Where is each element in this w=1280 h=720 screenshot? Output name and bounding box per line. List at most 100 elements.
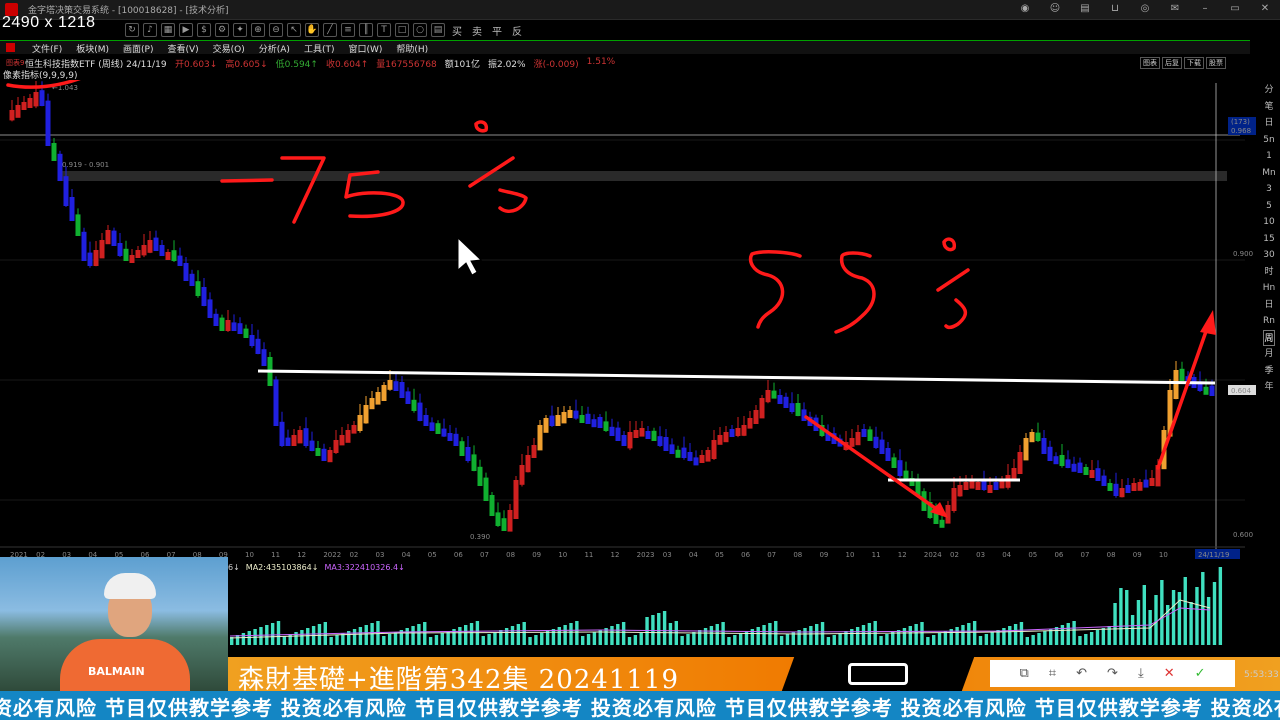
period-item[interactable]: 时 — [1264, 264, 1273, 281]
menu-file[interactable]: 文件(F) — [25, 42, 69, 55]
indicator-icon[interactable]: ✦ — [233, 23, 247, 37]
rss-icon[interactable]: ◉ — [1018, 3, 1032, 15]
hand-icon[interactable]: ✋ — [305, 23, 319, 37]
menu-trade[interactable]: 交易(O) — [206, 42, 252, 55]
period-item[interactable]: 笔 — [1264, 99, 1273, 116]
candle-body — [9, 110, 15, 121]
zoom-out-icon[interactable]: ⊖ — [269, 23, 283, 37]
volume-bar — [581, 636, 585, 645]
candle-body — [99, 240, 105, 259]
refresh-icon[interactable]: ↻ — [125, 23, 139, 37]
current-price-label: 0.604 — [1231, 387, 1252, 395]
crop-icon[interactable]: ⌗ — [1049, 666, 1056, 681]
cart-icon[interactable]: ⊔ — [1108, 3, 1122, 15]
chart-tag: 图表9 — [6, 59, 25, 67]
volume-bar — [551, 629, 556, 645]
period-item[interactable]: 日 — [1264, 115, 1273, 132]
period-item[interactable]: Mn — [1262, 165, 1275, 182]
candle-body — [777, 395, 783, 404]
volume-bar — [610, 626, 614, 645]
rect-tool-icon[interactable]: □ — [395, 23, 409, 37]
period-item[interactable]: 1 — [1266, 148, 1272, 165]
period-item[interactable]: 日 — [1264, 297, 1273, 314]
download-icon[interactable]: ⤓ — [1138, 666, 1144, 681]
period-item[interactable]: 10 — [1263, 214, 1274, 231]
close-position-label[interactable]: 平 — [489, 23, 505, 38]
period-item[interactable]: 30 — [1263, 247, 1274, 264]
x-axis-tick: 06 — [741, 551, 750, 559]
share-icon[interactable]: ↷ — [1107, 666, 1118, 681]
menu-bar: 文件(F) 板块(M) 画面(P) 查看(V) 交易(O) 分析(A) 工具(T… — [0, 40, 1250, 55]
period-item[interactable]: 5 — [1266, 198, 1272, 215]
chart-button[interactable]: 图表 — [1140, 57, 1160, 69]
circle-tool-icon[interactable]: ○ — [413, 23, 427, 37]
period-item[interactable]: 5n — [1263, 132, 1274, 149]
candle-body — [1047, 446, 1053, 461]
menu-screen[interactable]: 画面(P) — [116, 42, 160, 55]
volume-bar — [937, 633, 942, 645]
download-button[interactable]: 下载 — [1184, 57, 1204, 69]
close-icon[interactable]: ✕ — [1258, 3, 1272, 15]
line-tool-icon[interactable]: ╱ — [323, 23, 337, 37]
volume-bar — [826, 637, 831, 645]
period-item[interactable]: Rn — [1263, 313, 1275, 330]
volume-bar — [651, 615, 655, 645]
sell-label[interactable]: 卖 — [469, 23, 485, 38]
buy-label[interactable]: 买 — [449, 23, 465, 38]
play-icon[interactable]: ▶ — [179, 23, 193, 37]
adjust-button[interactable]: 后复 — [1162, 57, 1182, 69]
copy-icon[interactable]: ⧉ — [1020, 666, 1029, 681]
x-axis-tick: 12 — [898, 551, 907, 559]
alert-bell-icon[interactable]: ♪ — [143, 23, 157, 37]
stock-button[interactable]: 股票 — [1206, 57, 1226, 69]
period-item[interactable]: 年 — [1264, 379, 1273, 396]
instrument-date: 24/11/19 — [126, 60, 167, 70]
candle-body — [357, 415, 363, 431]
cancel-icon[interactable]: ✕ — [1164, 666, 1175, 681]
candle-body — [597, 417, 603, 428]
x-axis-tick: 12 — [297, 551, 306, 559]
confirm-icon[interactable]: ✓ — [1195, 666, 1206, 681]
volume-bar — [540, 633, 544, 645]
volume-bar — [926, 637, 930, 645]
menu-view[interactable]: 查看(V) — [160, 42, 205, 55]
period-item[interactable]: 月 — [1264, 346, 1273, 363]
menu-tools[interactable]: 工具(T) — [297, 42, 342, 55]
channel-tool-icon[interactable]: ║ — [359, 23, 373, 37]
doc-icon[interactable]: ▤ — [1078, 3, 1092, 15]
period-item[interactable]: 周 — [1263, 329, 1275, 346]
candle-body — [633, 430, 639, 438]
dollar-icon[interactable]: $ — [197, 23, 211, 37]
volume-bar — [487, 634, 491, 645]
mail-icon[interactable]: ✉ — [1168, 3, 1182, 15]
user-icon[interactable]: ☺ — [1048, 3, 1062, 15]
save-icon[interactable]: ▤ — [431, 23, 445, 37]
volume-bar — [528, 637, 532, 645]
minimize-icon[interactable]: – — [1198, 3, 1212, 15]
right-axis-tick: 0.900 — [1233, 250, 1253, 258]
period-item[interactable]: 季 — [1264, 363, 1273, 380]
restore-icon[interactable]: ▭ — [1228, 3, 1242, 15]
candle-body — [303, 428, 309, 446]
chart-icon[interactable]: ▦ — [161, 23, 175, 37]
period-item[interactable]: 分 — [1264, 82, 1273, 99]
menu-sector[interactable]: 板块(M) — [69, 42, 116, 55]
x-axis-tick: 11 — [271, 551, 280, 559]
menu-analysis[interactable]: 分析(A) — [252, 42, 297, 55]
globe-icon[interactable]: ◎ — [1138, 3, 1152, 15]
settings-icon[interactable]: ⚙ — [215, 23, 229, 37]
period-item[interactable]: 15 — [1263, 231, 1274, 248]
fib-tool-icon[interactable]: ≡ — [341, 23, 355, 37]
cursor-icon[interactable]: ↖ — [287, 23, 301, 37]
reverse-label[interactable]: 反 — [509, 23, 525, 38]
volume-bar — [616, 624, 620, 645]
candle-body — [393, 381, 399, 391]
candle-body — [423, 415, 429, 426]
zoom-in-icon[interactable]: ⊕ — [251, 23, 265, 37]
period-item[interactable]: Hn — [1263, 280, 1275, 297]
menu-window[interactable]: 窗口(W) — [341, 42, 389, 55]
text-tool-icon[interactable]: T — [377, 23, 391, 37]
undo-icon[interactable]: ↶ — [1076, 666, 1087, 681]
period-item[interactable]: 3 — [1266, 181, 1272, 198]
menu-help[interactable]: 帮助(H) — [389, 42, 435, 55]
